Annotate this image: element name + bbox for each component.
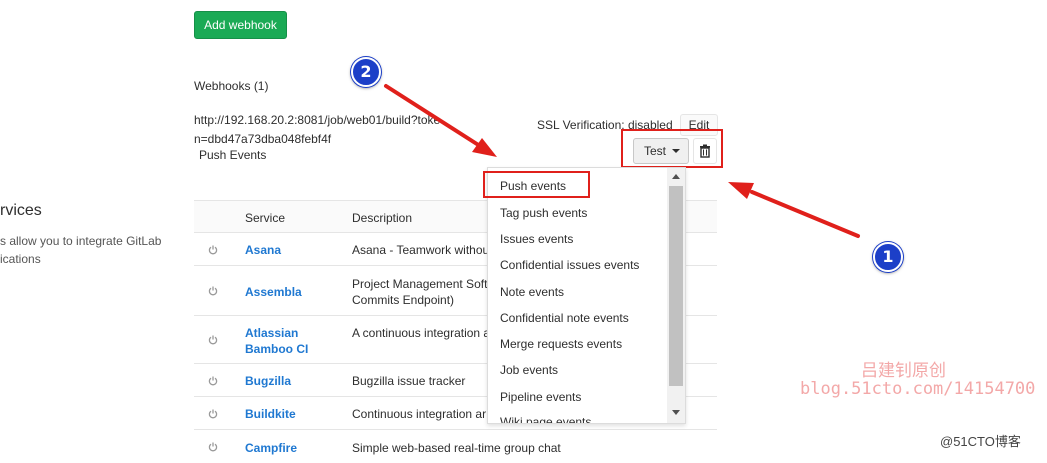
- step-badge-1: 1: [873, 242, 903, 272]
- arrow-to-dropdown: [384, 84, 497, 157]
- watermark-corner: @51CTO博客: [940, 434, 1021, 449]
- watermark-blog-url: blog.51cto.com/14154700: [800, 379, 1036, 399]
- watermark-author: 吕建钊原创: [861, 361, 946, 380]
- step-badge-2: 2: [351, 57, 381, 87]
- arrow-to-test-button: [728, 182, 860, 238]
